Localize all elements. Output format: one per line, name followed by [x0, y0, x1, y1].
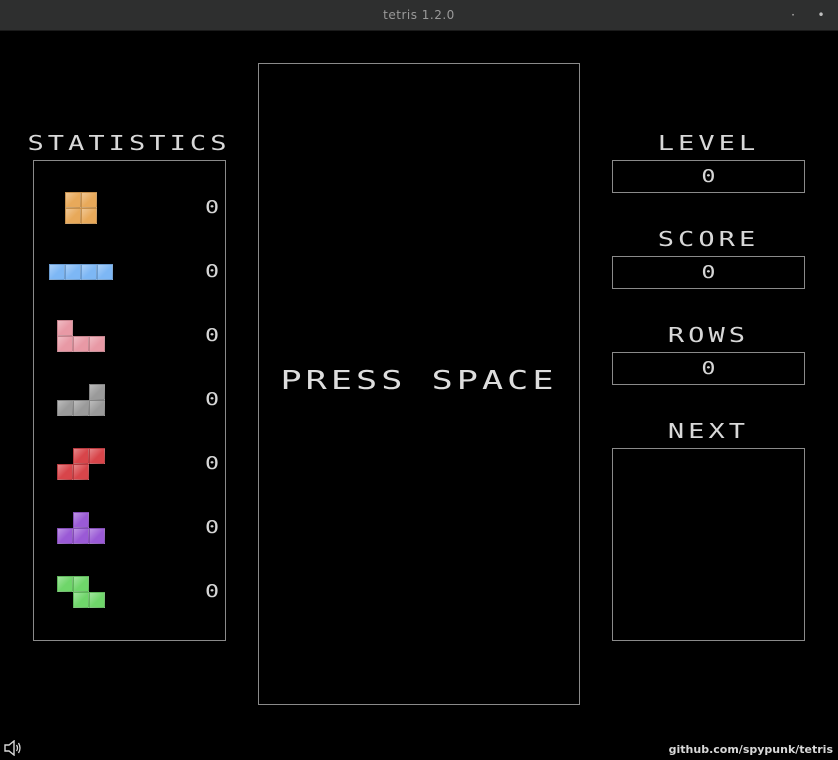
piece-cell — [89, 592, 105, 608]
piece-cell — [73, 400, 89, 416]
statistics-heading: STATISTICS — [27, 131, 231, 155]
piece-cell — [65, 208, 81, 224]
piece-cell — [57, 576, 73, 592]
next-heading: NEXT — [667, 419, 750, 443]
title-bar: tetris 1.2.0 · • — [0, 0, 838, 31]
rows-box: 0 — [612, 352, 805, 385]
piece-o-count: 0 — [204, 197, 220, 218]
window-title: tetris 1.2.0 — [383, 8, 455, 22]
speaker-icon[interactable] — [4, 740, 22, 756]
github-link[interactable]: github.com/spypunk/tetris — [669, 743, 833, 756]
piece-cell — [57, 320, 73, 336]
piece-cell — [89, 336, 105, 352]
rows-value: 0 — [701, 358, 716, 379]
piece-cell — [97, 264, 113, 280]
piece-l-count: 0 — [204, 325, 220, 346]
next-piece-box — [612, 448, 805, 641]
piece-cell — [89, 448, 105, 464]
piece-cell — [73, 592, 89, 608]
piece-s-count: 0 — [204, 581, 220, 602]
level-heading: LEVEL — [657, 131, 760, 155]
piece-cell — [65, 192, 81, 208]
piece-cell — [89, 528, 105, 544]
press-space-message: PRESS SPACE — [280, 366, 558, 396]
piece-cell — [73, 576, 89, 592]
piece-cell — [73, 464, 89, 480]
piece-cell — [49, 264, 65, 280]
piece-cell — [73, 336, 89, 352]
score-box: 0 — [612, 256, 805, 289]
piece-cell — [73, 448, 89, 464]
piece-cell — [73, 512, 89, 528]
piece-cell — [73, 528, 89, 544]
piece-cell — [89, 400, 105, 416]
piece-cell — [81, 192, 97, 208]
statistics-panel: 0 0 0 0 0 0 0 — [33, 160, 226, 641]
piece-cell — [57, 464, 73, 480]
minimize-button[interactable]: · — [784, 6, 802, 24]
score-value: 0 — [701, 262, 716, 283]
piece-cell — [81, 208, 97, 224]
rows-heading: ROWS — [667, 323, 750, 347]
piece-cell — [57, 528, 73, 544]
piece-cell — [89, 384, 105, 400]
level-box: 0 — [612, 160, 805, 193]
piece-t-count: 0 — [204, 517, 220, 538]
level-value: 0 — [701, 166, 716, 187]
score-heading: SCORE — [657, 227, 760, 251]
piece-z-count: 0 — [204, 453, 220, 474]
piece-cell — [65, 264, 81, 280]
piece-i-count: 0 — [204, 261, 220, 282]
piece-cell — [57, 400, 73, 416]
piece-cell — [81, 264, 97, 280]
piece-cell — [57, 336, 73, 352]
close-button[interactable]: • — [812, 6, 830, 24]
